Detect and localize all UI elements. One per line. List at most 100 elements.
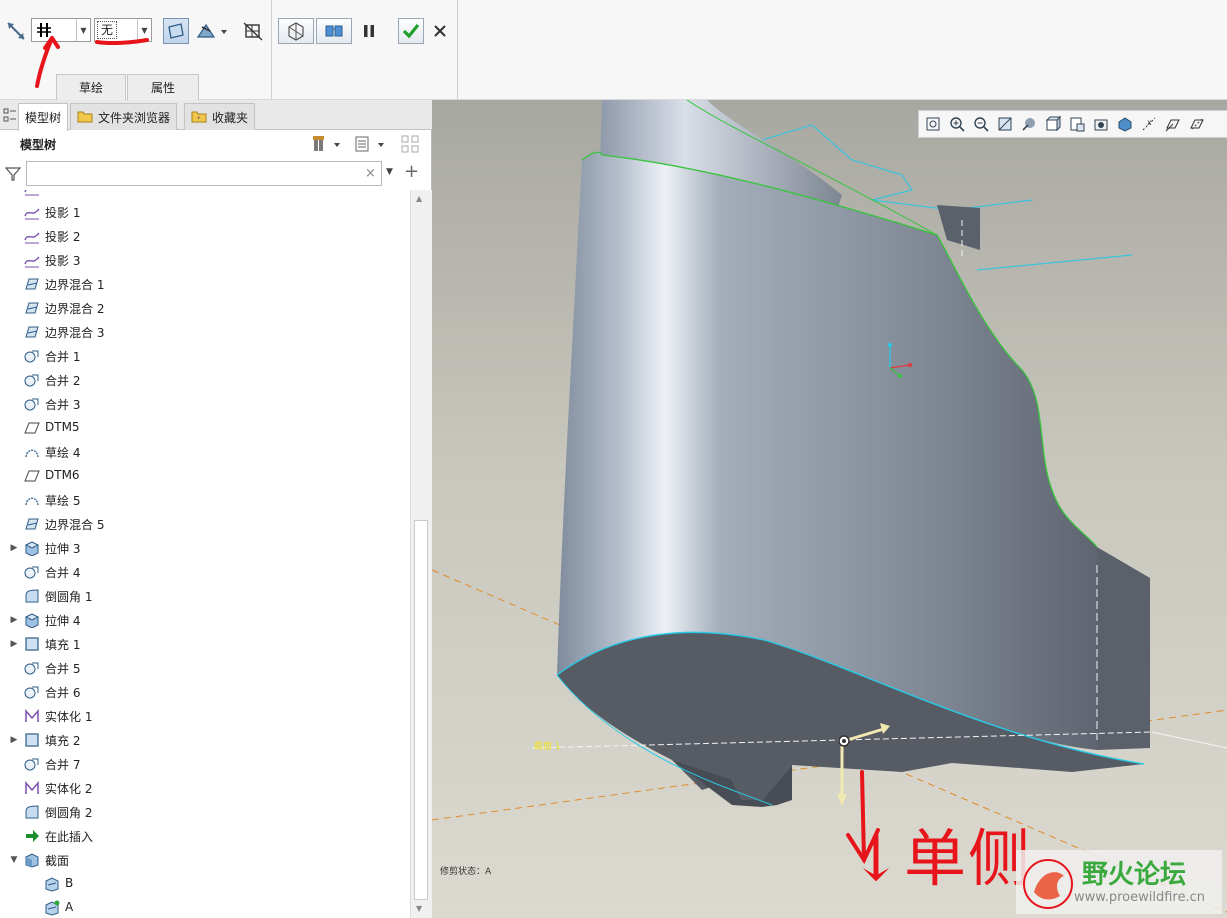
tree-row[interactable]: 合并 6 [0, 680, 410, 704]
tree-row[interactable]: 边界混合 1 [0, 272, 410, 296]
expand-arrow-icon[interactable]: ▶ [9, 735, 19, 745]
tree-row[interactable]: 合并 4 [0, 560, 410, 584]
surface-mode-button[interactable] [163, 18, 189, 44]
tree-row[interactable]: 倒圆角 2 [0, 800, 410, 824]
tree-row[interactable]: 边界混合 3 [0, 320, 410, 344]
section-label[interactable]: 截面 1 [534, 739, 561, 752]
tree-row-partial[interactable] [0, 190, 410, 200]
tree-row[interactable]: ▶ 拉伸 3 [0, 536, 410, 560]
tree-search-input[interactable] [26, 161, 382, 186]
navigator-grip-icon[interactable] [3, 108, 17, 125]
tree-row[interactable]: 合并 2 [0, 368, 410, 392]
filter-icon[interactable] [4, 166, 22, 185]
tree-row-label: 草绘 4 [45, 446, 81, 460]
tree-scrollbar[interactable]: ▲ ▼ [410, 190, 432, 918]
tree-row-label: 截面 [45, 854, 70, 868]
tab-favorites[interactable]: * 收藏夹 [184, 103, 256, 130]
tree-row[interactable]: ▶ 填充 2 [0, 728, 410, 752]
model-side-face [1097, 547, 1150, 750]
tree-columns-icon[interactable] [400, 134, 422, 157]
tab-sketch[interactable]: 草绘 [56, 74, 126, 100]
graphics-viewport[interactable]: 截面 1 ↓单侧 修剪状态：A x 野火论坛 www.proewildfire.… [432, 100, 1227, 918]
close-icon [434, 25, 446, 37]
tree-row[interactable]: 合并 7 [0, 752, 410, 776]
add-filter-icon[interactable]: + [404, 161, 419, 182]
zoom-out-icon[interactable] [971, 114, 991, 134]
merge-icon [24, 684, 40, 700]
tree-row-label: 边界混合 3 [45, 326, 105, 340]
control-group [272, 0, 458, 100]
tree-row-label: 填充 1 [45, 638, 81, 652]
chevron-down-icon[interactable]: ▼ [386, 167, 393, 177]
merge-icon [24, 660, 40, 676]
pause-button[interactable] [356, 18, 382, 44]
preview-geometry-button[interactable] [278, 18, 314, 44]
cancel-button[interactable] [427, 18, 453, 44]
tab-properties-label: 属性 [150, 81, 175, 95]
model-rear-block [937, 205, 980, 250]
annotation-display-icon[interactable]: x [1139, 114, 1159, 134]
plane-display-icon[interactable] [1163, 114, 1183, 134]
tree-row[interactable]: ▼A [0, 896, 410, 918]
tree-row[interactable]: 实体化 1 [0, 704, 410, 728]
tree-row[interactable]: 倒圆角 1 [0, 584, 410, 608]
trim-status-text: 修剪状态：A [440, 867, 492, 877]
tree-row[interactable]: DTM6 [0, 464, 410, 488]
saved-views-icon[interactable] [1043, 114, 1063, 134]
axis-display-icon[interactable] [1187, 114, 1207, 134]
tree-row-label: 边界混合 2 [45, 302, 105, 316]
boundary-blend-icon [24, 324, 40, 340]
tree-row[interactable]: 实体化 2 [0, 776, 410, 800]
scroll-down-icon[interactable]: ▼ [416, 904, 422, 913]
tree-scrollbar-thumb[interactable] [414, 520, 428, 900]
tab-properties[interactable]: 属性 [127, 74, 199, 100]
tree-settings-icon[interactable] [312, 135, 342, 156]
tab-folder-browser[interactable]: 文件夹浏览器 [70, 103, 178, 130]
accept-button[interactable] [398, 18, 424, 44]
expand-arrow-icon[interactable]: ▶ [9, 615, 19, 625]
tree-row[interactable]: 投影 3 [0, 248, 410, 272]
perspective-icon[interactable] [1091, 114, 1111, 134]
tree-row-label: 合并 6 [45, 686, 81, 700]
model-scene [432, 100, 1227, 913]
expand-arrow-icon[interactable]: ▶ [9, 639, 19, 649]
refit-icon[interactable] [923, 114, 943, 134]
clear-search-icon[interactable]: × [365, 166, 376, 181]
tree-row[interactable]: ▼ 截面 [0, 848, 410, 872]
expand-arrow-icon[interactable]: ▶ [9, 543, 19, 553]
section-plane-line-2 [1151, 731, 1227, 749]
tree-row[interactable]: 边界混合 5 [0, 512, 410, 536]
tree-row[interactable]: 投影 2 [0, 224, 410, 248]
tree-row[interactable]: 草绘 4 [0, 440, 410, 464]
collapse-arrow-icon[interactable]: ▼ [9, 855, 19, 865]
tree-row[interactable]: ▶ 拉伸 4 [0, 608, 410, 632]
view-manager-icon[interactable] [1067, 114, 1087, 134]
remove-material-button[interactable] [193, 18, 229, 44]
scroll-up-icon[interactable]: ▲ [416, 194, 422, 203]
tree-row[interactable]: ▶ 填充 1 [0, 632, 410, 656]
tree-row[interactable]: 边界混合 2 [0, 296, 410, 320]
svg-text:*: * [197, 115, 201, 123]
sketch-icon [24, 444, 40, 460]
model-tree: 投影 1 投影 2 投影 3 边界混合 1 边界混合 2 边界混合 3 合并 1 合并 2 合并… [0, 190, 410, 918]
tab-model-tree[interactable]: 模型树 [18, 103, 69, 131]
tree-row[interactable]: DTM5 [0, 416, 410, 440]
tree-row-label: 投影 2 [45, 230, 81, 244]
tree-row-label: DTM6 [45, 468, 80, 482]
repaint-icon[interactable] [995, 114, 1015, 134]
solidify-icon [24, 708, 40, 724]
thicken-sketch-button[interactable] [240, 18, 266, 44]
tree-row[interactable]: ▶B [0, 872, 410, 896]
tree-row[interactable]: 合并 5 [0, 656, 410, 680]
zoom-in-icon[interactable] [947, 114, 967, 134]
tree-row[interactable]: 合并 3 [0, 392, 410, 416]
tree-row-label: 草绘 5 [45, 494, 81, 508]
display-style-icon[interactable] [1019, 114, 1039, 134]
tree-row[interactable]: 草绘 5 [0, 488, 410, 512]
tree-row[interactable]: 合并 1 [0, 344, 410, 368]
show-options-icon[interactable] [354, 135, 390, 156]
tree-row[interactable]: 投影 1 [0, 200, 410, 224]
datum-display-icon[interactable] [1115, 114, 1135, 134]
verify-geometry-button[interactable] [316, 18, 352, 44]
tree-row[interactable]: 在此插入 [0, 824, 410, 848]
